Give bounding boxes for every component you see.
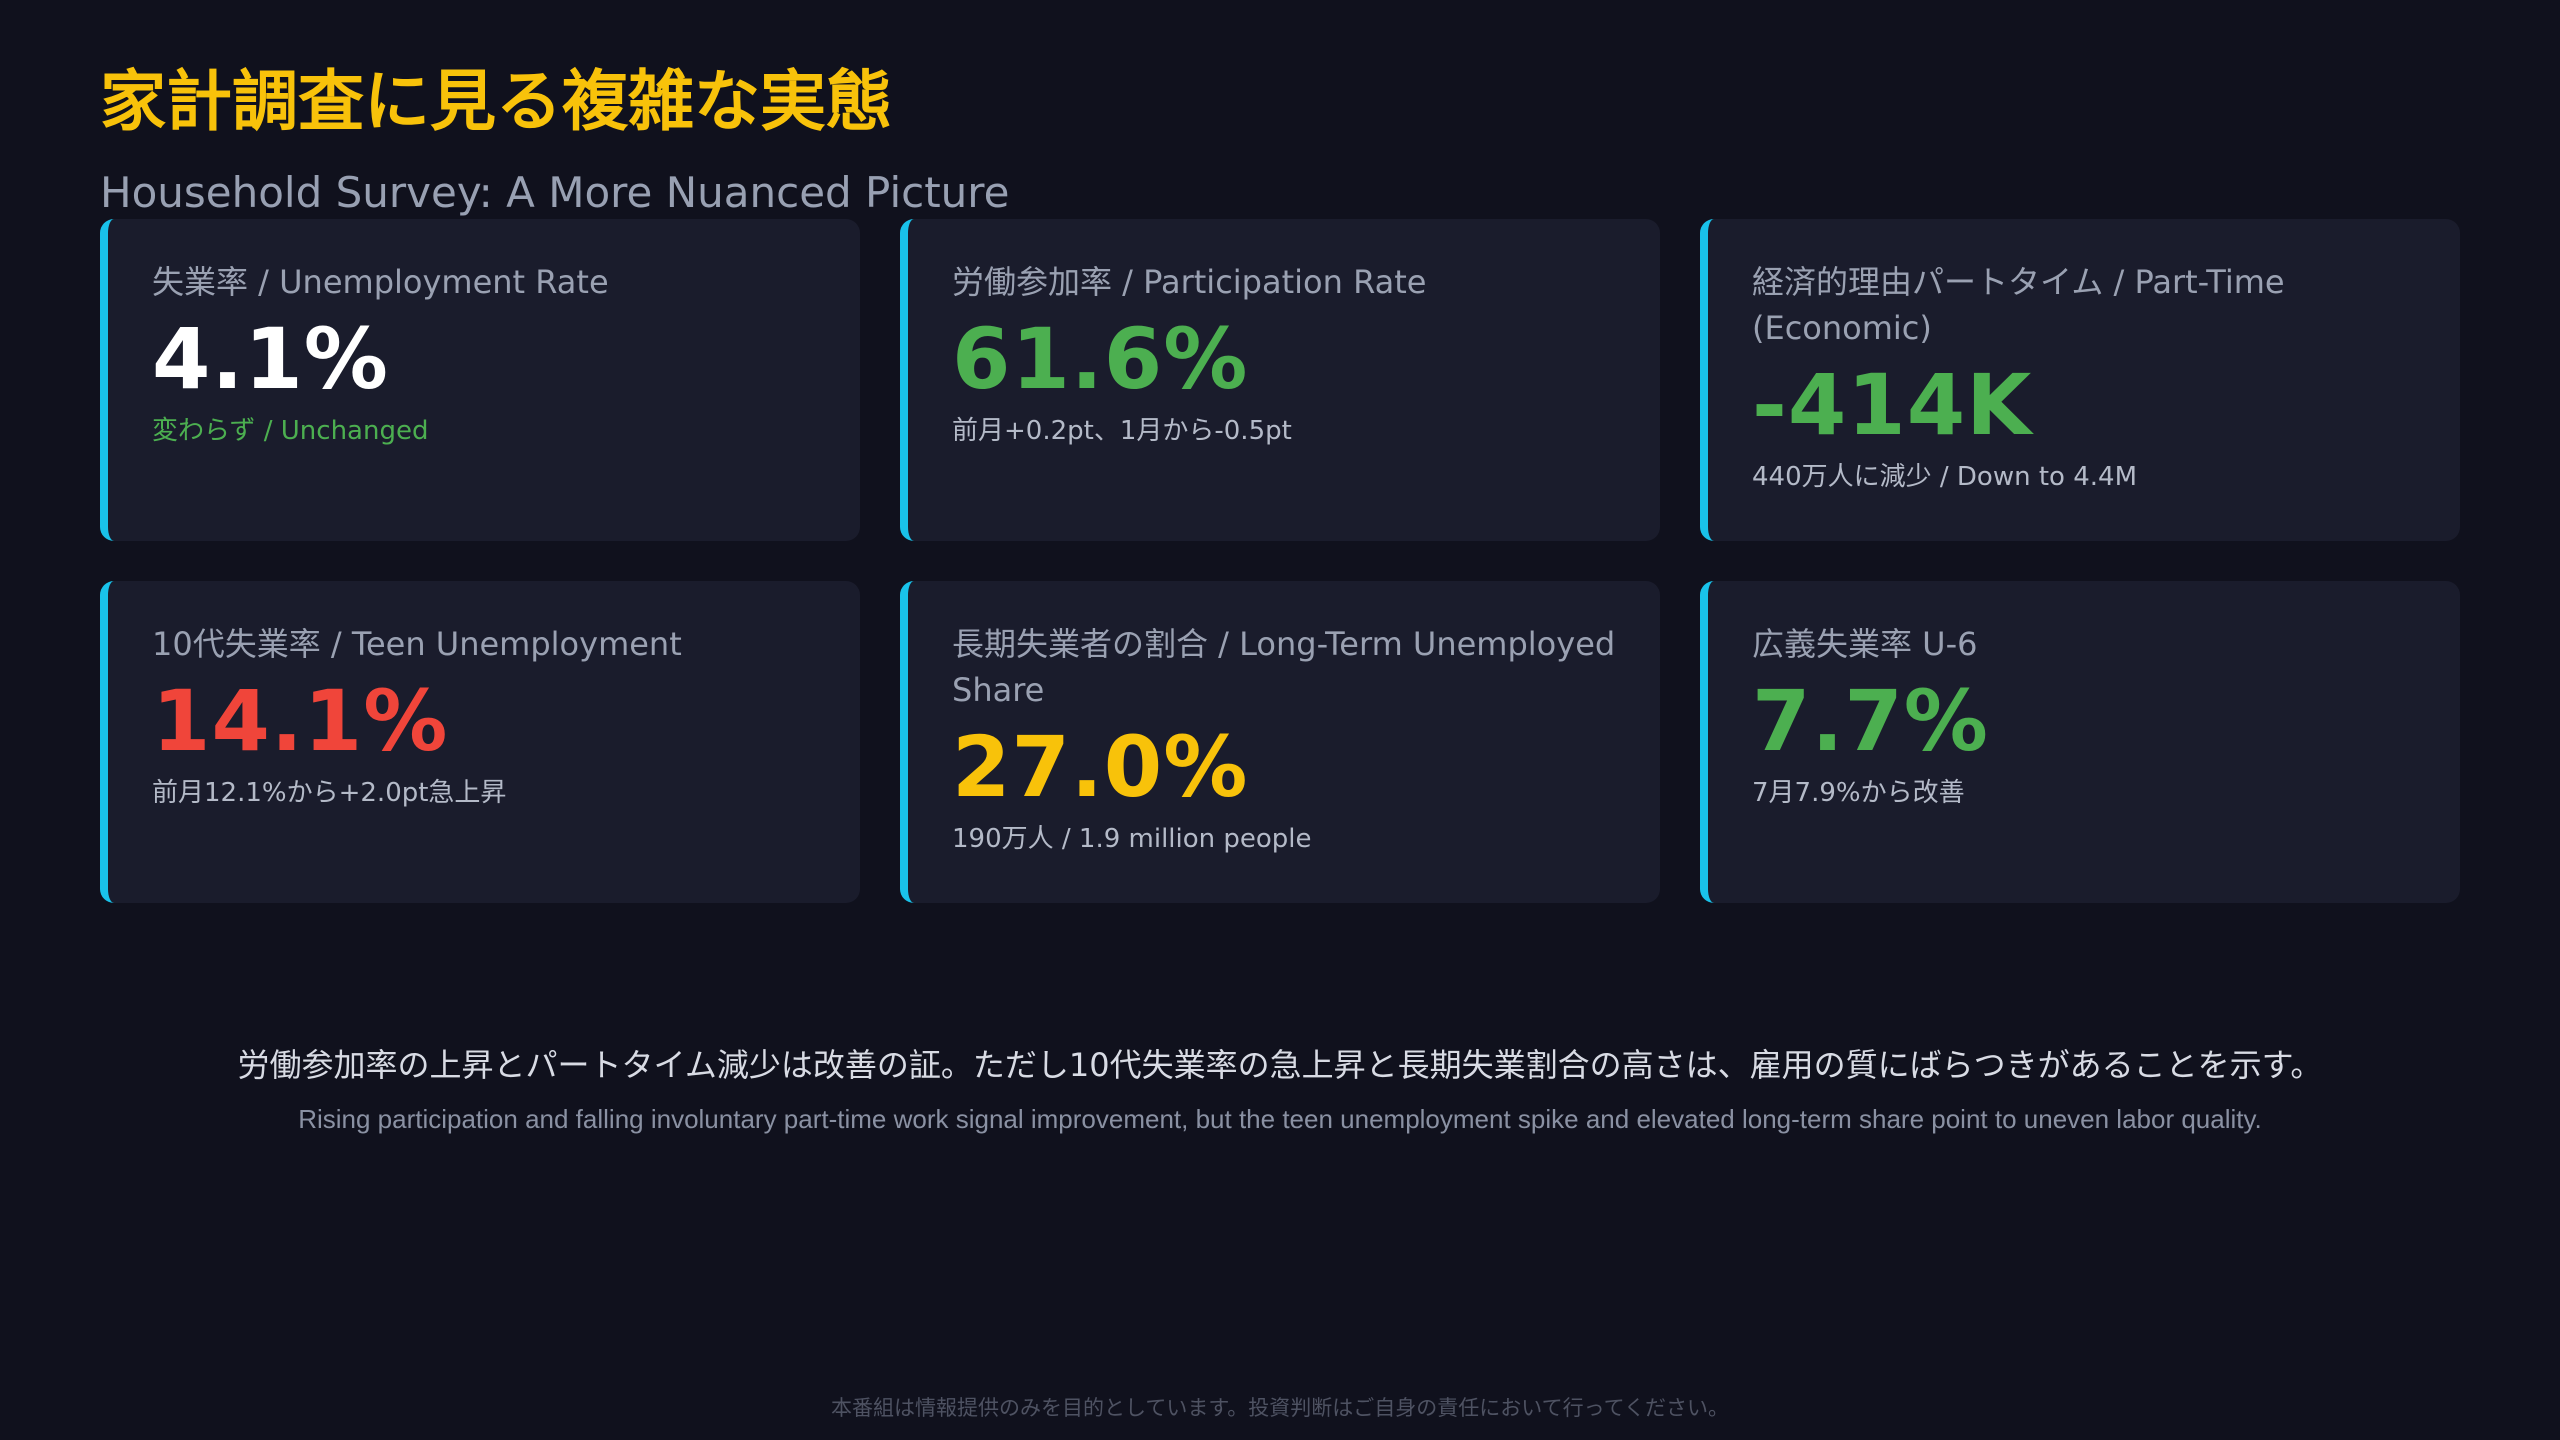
metric-value: 4.1%: [152, 310, 389, 408]
metric-card-part-time-economic: 経済的理由パートタイム / Part-Time (Economic) -414K…: [1700, 219, 2460, 541]
metric-label: 10代失業率 / Teen Unemployment: [152, 625, 682, 663]
metric-note: 190万人 / 1.9 million people: [952, 824, 1312, 854]
metric-card-teen-unemployment: 10代失業率 / Teen Unemployment 14.1% 前月12.1%…: [100, 581, 860, 903]
slide: 家計調査に見る複雑な実態 Household Survey: A More Nu…: [0, 0, 2560, 1440]
metric-note: 440万人に減少 / Down to 4.4M: [1752, 462, 2137, 492]
metric-label: 経済的理由パートタイム / Part-Time (Economic): [1752, 263, 2285, 347]
metric-label: 失業率 / Unemployment Rate: [152, 263, 609, 301]
metric-value: -414K: [1752, 356, 2033, 454]
page-title: 家計調査に見る複雑な実態: [100, 63, 892, 140]
metric-label: 長期失業者の割合 / Long-Term Unemployed Share: [952, 625, 1616, 709]
summary-english: Rising participation and falling involun…: [298, 1104, 2262, 1134]
metric-label: 労働参加率 / Participation Rate: [952, 263, 1427, 301]
metric-note: 前月+0.2pt、1月から-0.5pt: [952, 416, 1292, 446]
metric-card-long-term-unemployed-share: 長期失業者の割合 / Long-Term Unemployed Share 27…: [900, 581, 1660, 903]
metric-note: 7月7.9%から改善: [1752, 778, 1965, 808]
metric-value: 14.1%: [152, 672, 449, 770]
metric-card-unemployment-rate: 失業率 / Unemployment Rate 4.1% 変わらず / Unch…: [100, 219, 860, 541]
metric-card-participation-rate: 労働参加率 / Participation Rate 61.6% 前月+0.2p…: [900, 219, 1660, 541]
metric-note: 変わらず / Unchanged: [152, 416, 429, 446]
disclaimer: 本番組は情報提供のみを目的としています。投資判断はご自身の責任において行ってくだ…: [831, 1396, 1729, 1420]
metric-value: 61.6%: [952, 310, 1249, 408]
metric-card-u6-rate: 広義失業率 U-6 7.7% 7月7.9%から改善: [1700, 581, 2460, 903]
summary-japanese: 労働参加率の上昇とパートタイム減少は改善の証。ただし10代失業率の急上昇と長期失…: [237, 1046, 2323, 1084]
metric-note: 前月12.1%から+2.0pt急上昇: [152, 778, 507, 808]
metric-label: 広義失業率 U-6: [1752, 625, 1978, 663]
metric-value: 27.0%: [952, 718, 1249, 816]
metric-value: 7.7%: [1752, 672, 1989, 770]
page-subtitle: Household Survey: A More Nuanced Picture: [100, 168, 1010, 217]
